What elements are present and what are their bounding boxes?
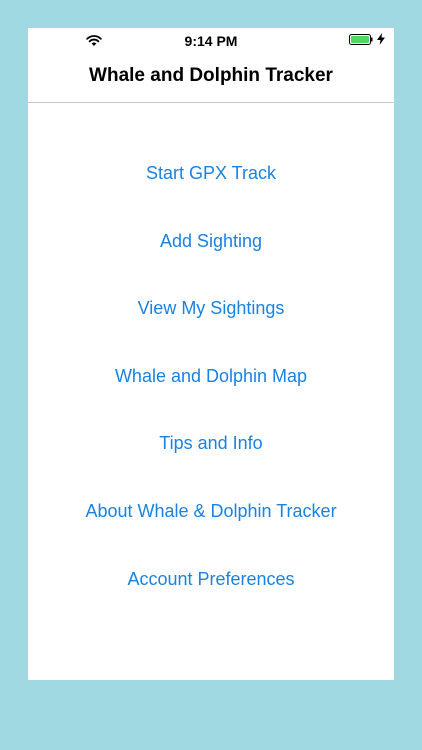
add-sighting-button[interactable]: Add Sighting — [28, 230, 394, 252]
navigation-bar: Whale and Dolphin Tracker — [28, 52, 394, 103]
tips-and-info-button[interactable]: Tips and Info — [28, 432, 394, 454]
start-gpx-track-button[interactable]: Start GPX Track — [28, 162, 394, 184]
battery-icon — [349, 34, 373, 45]
about-button[interactable]: About Whale & Dolphin Tracker — [28, 500, 394, 522]
status-bar: 9:14 PM — [28, 28, 394, 52]
bolt-icon — [377, 33, 385, 45]
app-screen: 9:14 PM Whale and Dolphin Tracker Start … — [28, 28, 394, 680]
view-my-sightings-button[interactable]: View My Sightings — [28, 297, 394, 319]
status-time: 9:14 PM — [184, 33, 238, 49]
whale-dolphin-map-button[interactable]: Whale and Dolphin Map — [28, 365, 394, 387]
account-preferences-button[interactable]: Account Preferences — [28, 568, 394, 590]
page-title: Whale and Dolphin Tracker — [89, 65, 333, 86]
